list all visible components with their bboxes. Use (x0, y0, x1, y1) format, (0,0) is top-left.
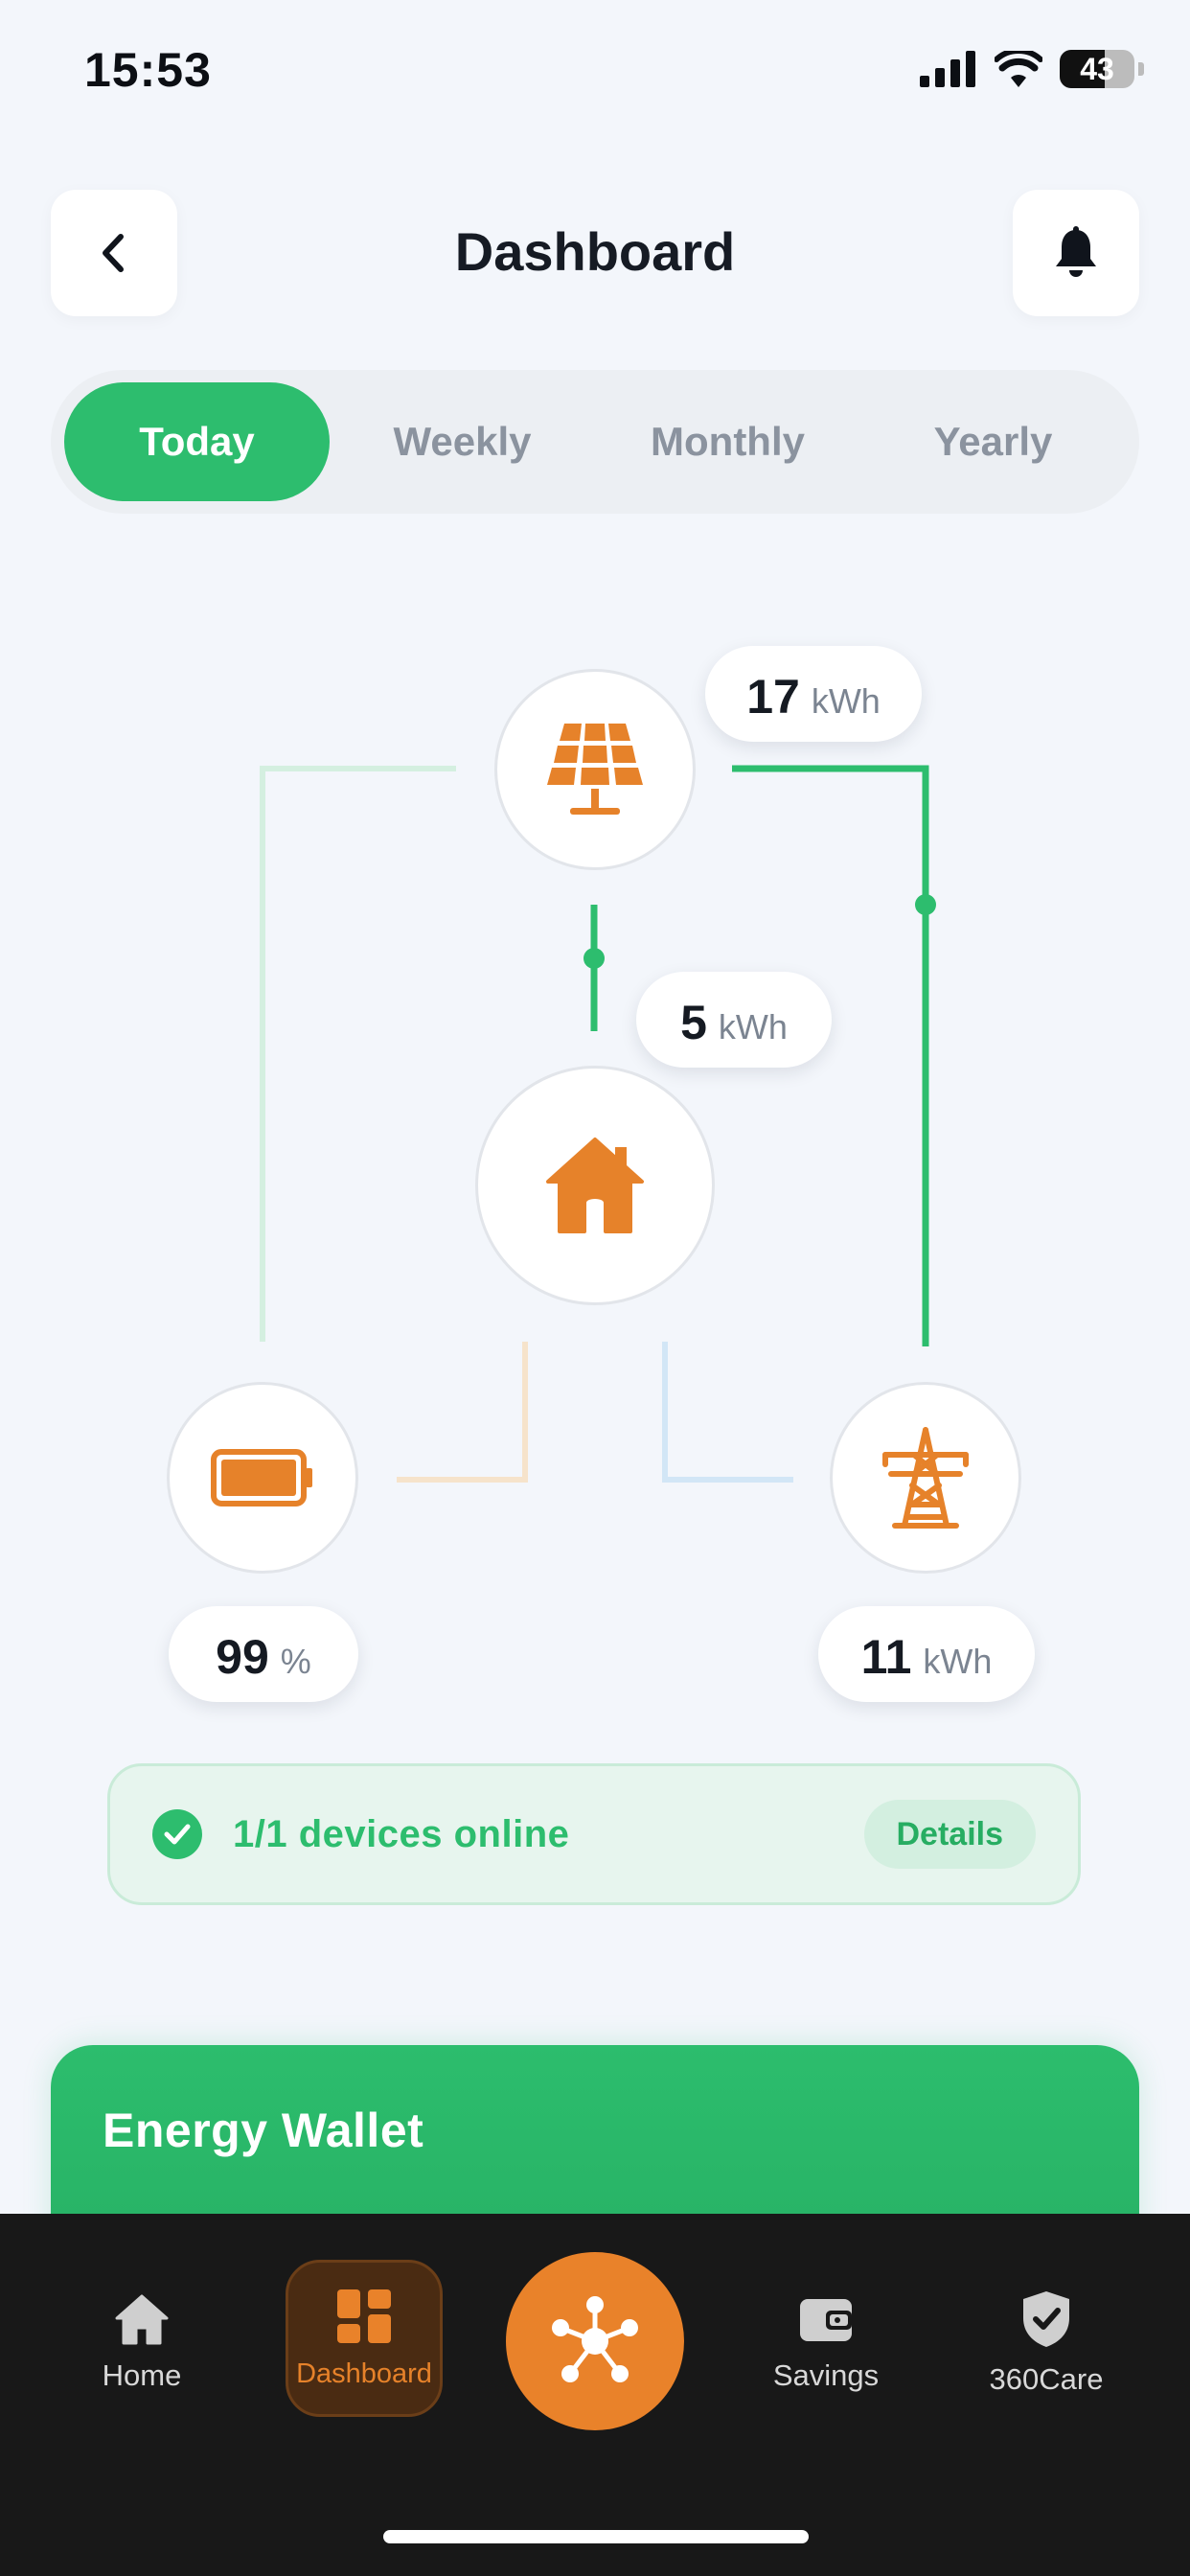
nav-dashboard-label: Dashboard (296, 2358, 432, 2389)
network-hub-button[interactable] (506, 2252, 684, 2430)
grid-node[interactable] (830, 1382, 1021, 1574)
details-button[interactable]: Details (863, 1800, 1036, 1869)
battery-status-icon: 43 (1060, 50, 1134, 88)
solar-unit: kWh (811, 681, 881, 721)
cellular-signal-icon (920, 51, 975, 87)
energy-flow-diagram: 17 kWh 5 kWh 99 % 11 kWh (0, 613, 1190, 1725)
grid-export-badge: 11 kWh (818, 1606, 1035, 1702)
house-icon (546, 1138, 644, 1233)
nav-home[interactable]: Home (60, 2262, 223, 2425)
power-tower-icon (882, 1427, 969, 1529)
home-consumption-badge: 5 kWh (636, 972, 832, 1068)
solar-value: 17 (746, 670, 800, 724)
bottom-navigation: Home Dashboard Savings 360Care (0, 2214, 1190, 2576)
home-indicator (383, 2530, 809, 2543)
status-time: 15:53 (84, 43, 212, 97)
grid-unit: kWh (923, 1642, 993, 1681)
page-title: Dashboard (454, 221, 736, 282)
solar-panel-icon (547, 724, 643, 815)
tab-yearly[interactable]: Yearly (860, 382, 1126, 501)
home-icon (115, 2294, 169, 2345)
home-grid-line (662, 1342, 793, 1483)
notifications-button[interactable] (1013, 190, 1139, 316)
devices-status-banner: 1/1 devices online Details (107, 1763, 1081, 1905)
tab-today[interactable]: Today (64, 382, 330, 501)
home-battery-line (397, 1342, 528, 1483)
solar-node[interactable] (494, 669, 696, 870)
devices-online-text: 1/1 devices online (233, 1812, 570, 1855)
wallet-title: Energy Wallet (103, 2104, 424, 2157)
nav-savings-label: Savings (772, 2358, 880, 2392)
tab-monthly[interactable]: Monthly (595, 382, 860, 501)
battery-icon (211, 1449, 312, 1506)
home-unit: kWh (718, 1007, 788, 1046)
nav-360care[interactable]: 360Care (965, 2262, 1128, 2425)
wifi-icon (995, 51, 1042, 87)
period-tabs: Today Weekly Monthly Yearly (51, 370, 1139, 514)
dashboard-icon (337, 2288, 391, 2343)
shield-check-icon (1023, 2291, 1069, 2347)
nav-dashboard[interactable]: Dashboard (286, 2260, 443, 2417)
battery-level: 43 (1080, 51, 1114, 86)
check-circle-icon (152, 1809, 202, 1859)
status-bar: 15:53 43 (0, 0, 1190, 144)
battery-value: 99 (216, 1630, 269, 1684)
solar-grid-dot (915, 894, 936, 915)
battery-node[interactable] (167, 1382, 358, 1574)
bell-icon (1056, 226, 1096, 277)
grid-value: 11 (860, 1630, 912, 1684)
solar-home-dot (584, 948, 605, 969)
solar-battery-line (260, 766, 456, 1342)
solar-production-badge: 17 kWh (705, 646, 922, 742)
battery-unit: % (280, 1642, 311, 1681)
battery-level-badge: 99 % (169, 1606, 358, 1702)
home-node[interactable] (475, 1066, 715, 1305)
nav-360care-label: 360Care (989, 2362, 1104, 2396)
nav-savings[interactable]: Savings (744, 2262, 907, 2425)
status-icons: 43 (920, 50, 1144, 88)
home-value: 5 (680, 996, 707, 1049)
wallet-icon (800, 2299, 852, 2341)
nav-home-label: Home (102, 2358, 182, 2392)
tab-weekly[interactable]: Weekly (330, 382, 595, 501)
network-hub-icon (552, 2296, 638, 2382)
